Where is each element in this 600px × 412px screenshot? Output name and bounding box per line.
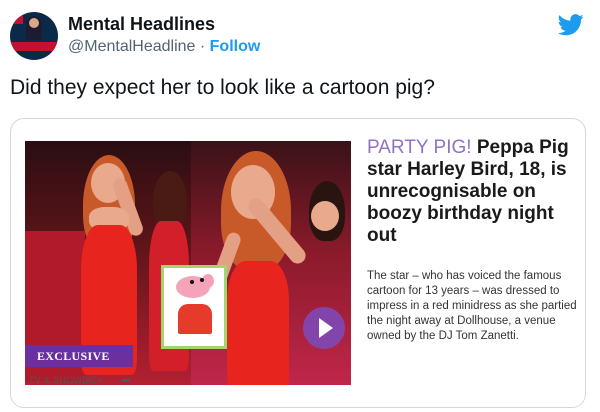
handle-line: @MentalHeadline · Follow [68,38,260,56]
account-handle[interactable]: @MentalHeadline [68,38,195,55]
share-arrow-icon[interactable]: ➦ [121,373,131,387]
article-card[interactable]: EXCLUSIVE TV & SHOWBIZ> ➦ PARTY PIG! Pep… [10,118,586,408]
play-icon[interactable] [303,307,345,349]
tweet-text: Did they expect her to look like a carto… [10,76,435,99]
headline-kicker: PARTY PIG! [367,137,472,158]
account-name[interactable]: Mental Headlines [68,14,215,35]
separator: · [199,38,206,55]
peppa-pig-image [161,265,227,349]
article-headline[interactable]: PARTY PIG! Peppa Pig star Harley Bird, 1… [367,137,579,247]
tweet-header: Mental Headlines @MentalHeadline · Follo… [10,12,590,62]
category-link[interactable]: TV & SHOWBIZ> [29,375,103,385]
article-summary: The star – who has voiced the famous car… [367,270,577,342]
avatar[interactable] [10,12,58,60]
exclusive-badge: EXCLUSIVE [25,345,133,367]
twitter-bird-icon[interactable] [558,14,584,36]
follow-button[interactable]: Follow [210,38,261,55]
